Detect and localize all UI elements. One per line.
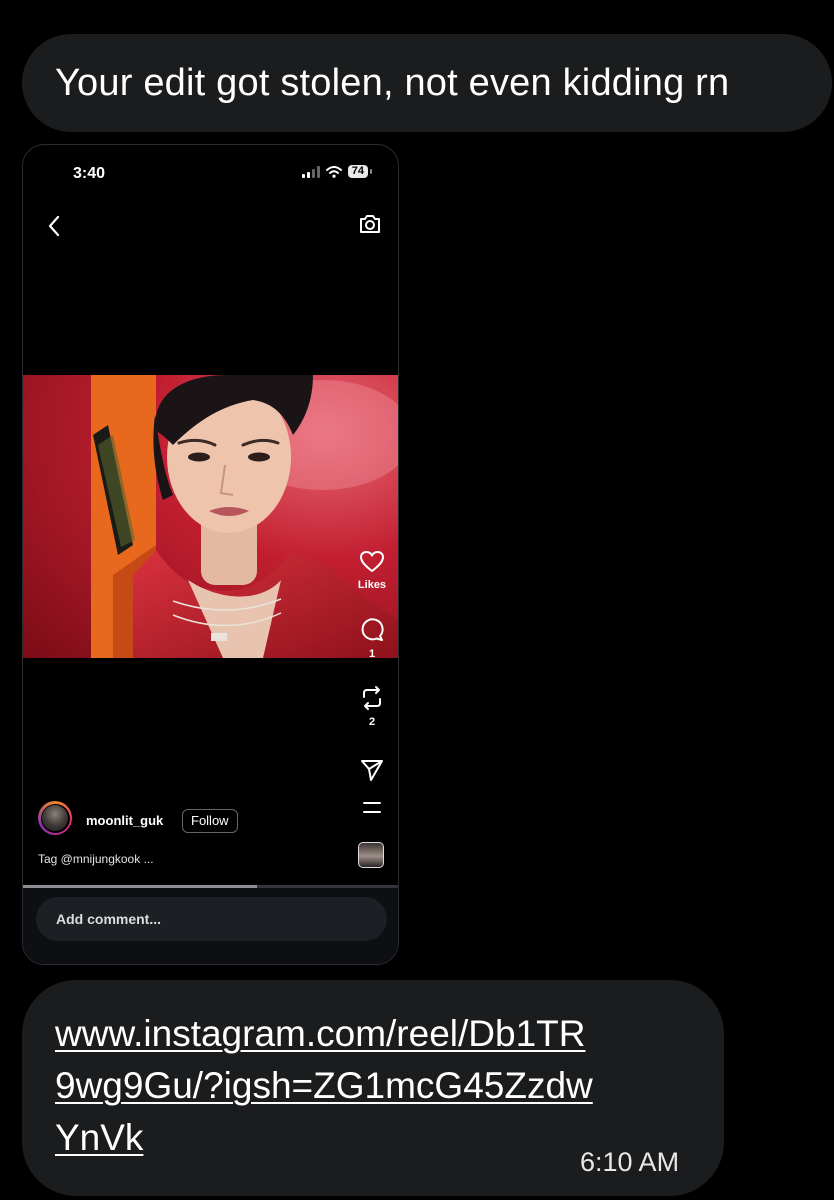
- wifi-icon: [325, 165, 342, 178]
- comment-icon[interactable]: [359, 617, 385, 643]
- battery-icon: 74: [347, 165, 373, 178]
- repost-action[interactable]: 2: [351, 685, 393, 728]
- avatar[interactable]: [38, 801, 72, 835]
- message-timestamp: 6:10 AM: [580, 1147, 680, 1177]
- more-action[interactable]: [351, 800, 393, 821]
- share-action[interactable]: [351, 758, 393, 787]
- status-icons: 74: [301, 165, 373, 178]
- likes-label: Likes: [357, 579, 387, 591]
- comment-action[interactable]: 1: [351, 617, 393, 660]
- send-icon[interactable]: [360, 758, 384, 782]
- add-comment-input[interactable]: Add comment...: [36, 897, 387, 941]
- chevron-left-icon[interactable]: [47, 215, 61, 237]
- caption[interactable]: Tag @mnijungkook ...: [38, 852, 154, 866]
- repost-icon[interactable]: [360, 685, 384, 711]
- like-action[interactable]: Likes: [351, 550, 393, 591]
- username[interactable]: moonlit_guk: [86, 813, 163, 828]
- heart-icon[interactable]: [359, 550, 385, 574]
- signal-icon: [301, 165, 320, 178]
- follow-button[interactable]: Follow: [182, 809, 238, 833]
- message-bubble-link[interactable]: www.instagram.com/reel/Db1TR9wg9Gu/?igsh…: [22, 980, 724, 1196]
- reposts-count: 2: [368, 716, 376, 728]
- camera-icon[interactable]: [358, 213, 382, 235]
- instagram-screenshot[interactable]: 3:40 74 Likes 1 2 moonlit_guk Follow Tag…: [22, 144, 399, 965]
- portrait-illustration: [91, 375, 398, 658]
- menu-icon[interactable]: [361, 800, 383, 816]
- audio-thumbnail[interactable]: [358, 842, 384, 868]
- reel-photo[interactable]: [23, 375, 398, 658]
- message-text: Your edit got stolen, not even kidding r…: [55, 61, 730, 104]
- comments-count: 1: [368, 648, 376, 660]
- message-bubble-incoming: Your edit got stolen, not even kidding r…: [22, 34, 832, 132]
- status-time: 3:40: [73, 165, 106, 182]
- message-link[interactable]: www.instagram.com/reel/Db1TR9wg9Gu/?igsh…: [55, 1008, 595, 1164]
